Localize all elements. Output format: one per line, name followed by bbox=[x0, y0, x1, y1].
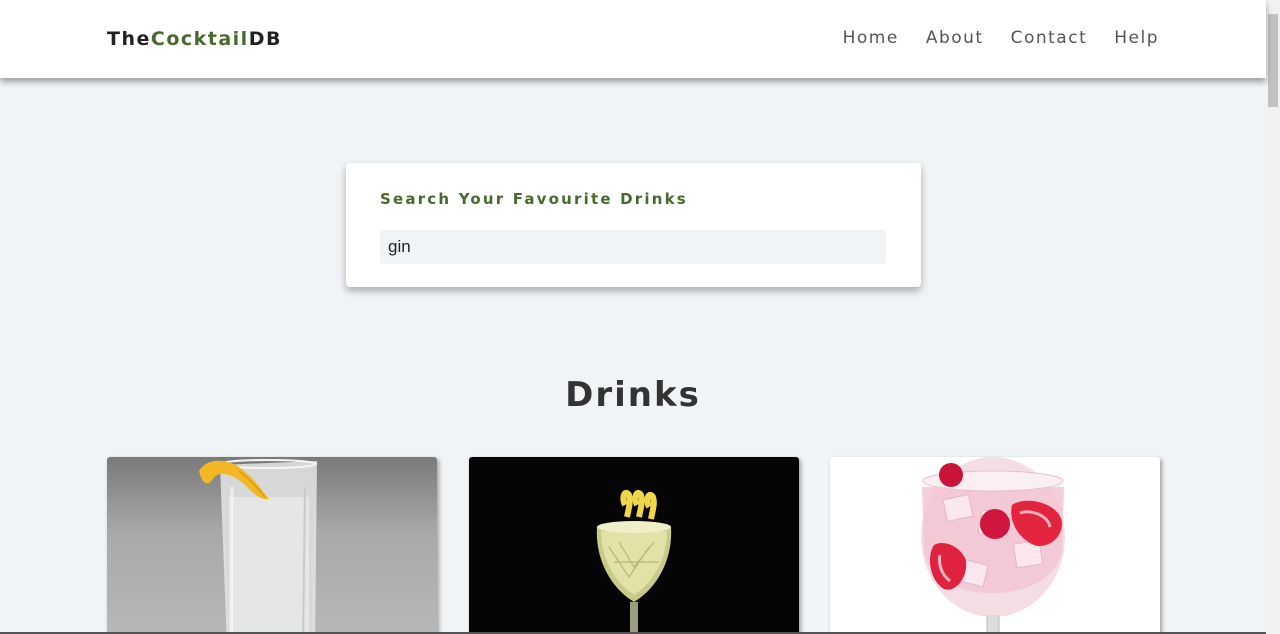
logo-part-db: DB bbox=[248, 28, 282, 50]
navbar: TheCocktailDB Home About Contact Help bbox=[0, 0, 1266, 78]
crystal-glass-lemon-peel-icon bbox=[596, 489, 672, 634]
drink-card[interactable] bbox=[469, 457, 799, 634]
page-scrollbar[interactable] bbox=[1266, 0, 1280, 634]
logo-part-cocktail: Cocktail bbox=[150, 28, 249, 50]
pink-gin-strawberries-icon bbox=[921, 457, 1065, 634]
logo-part-the: The bbox=[107, 28, 151, 50]
tall-glass-lemon-twist-icon bbox=[199, 459, 317, 634]
site-logo[interactable]: TheCocktailDB bbox=[107, 28, 282, 50]
nav-link-about[interactable]: About bbox=[926, 28, 984, 48]
nav-link-contact[interactable]: Contact bbox=[1011, 28, 1088, 48]
search-input[interactable] bbox=[380, 230, 886, 264]
nav-link-home[interactable]: Home bbox=[843, 28, 899, 48]
nav-link-help[interactable]: Help bbox=[1114, 28, 1159, 48]
scrollbar-thumb[interactable] bbox=[1268, 14, 1278, 107]
search-label: Search Your Favourite Drinks bbox=[380, 190, 688, 208]
section-title: Drinks bbox=[565, 375, 701, 415]
search-card: Search Your Favourite Drinks bbox=[346, 163, 921, 287]
drink-card[interactable] bbox=[107, 457, 437, 634]
drink-card[interactable] bbox=[830, 457, 1160, 634]
nav-links: Home About Contact Help bbox=[843, 28, 1159, 48]
